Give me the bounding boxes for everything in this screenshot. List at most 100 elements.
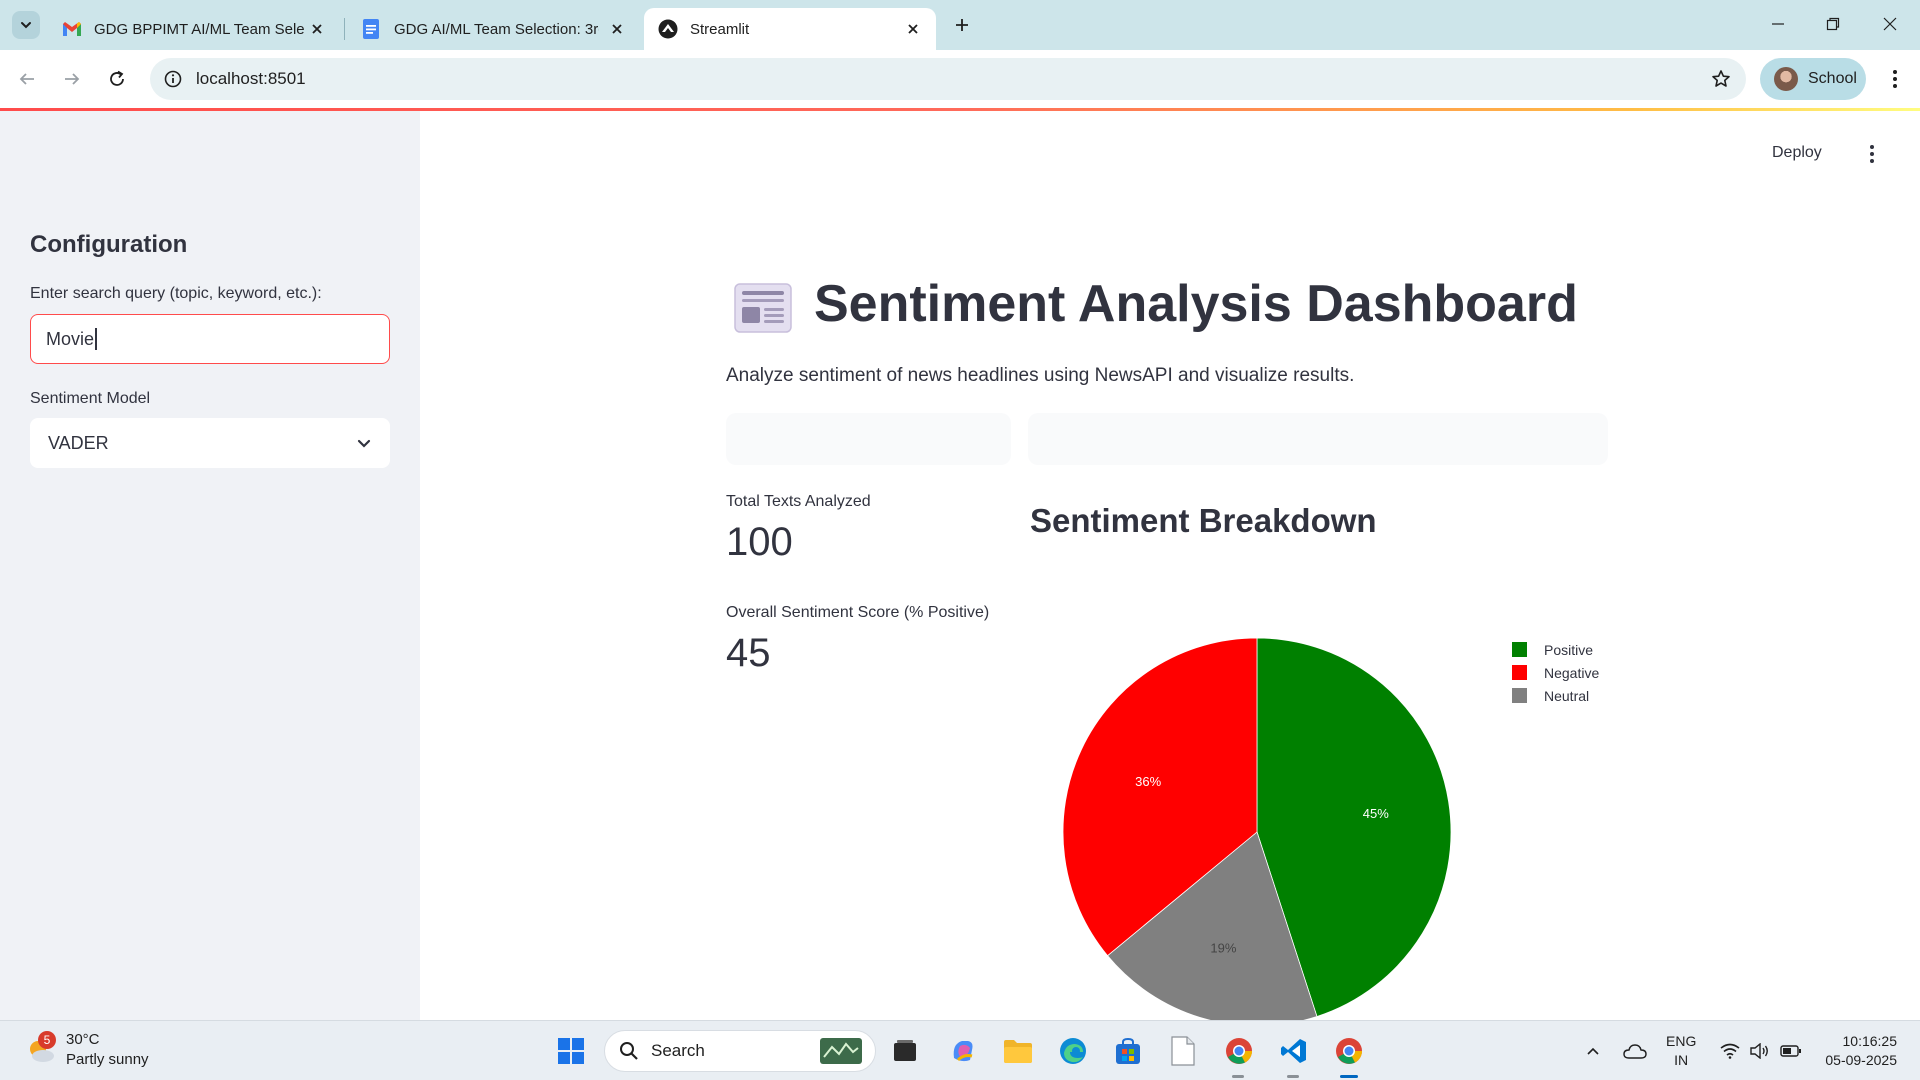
legend-swatch-neutral[interactable] [1512,688,1527,703]
bookmark-star-icon[interactable] [1710,68,1732,90]
close-icon [908,24,918,34]
metric-value-total: 100 [726,520,793,564]
legend-swatch-positive[interactable] [1512,642,1527,657]
model-label: Sentiment Model [30,390,151,407]
start-button[interactable] [553,1033,589,1069]
browser-menu-button[interactable] [1880,64,1910,94]
taskbar-search-label: Search [651,1041,705,1060]
file-explorer-button[interactable] [1000,1033,1036,1069]
vscode-button[interactable] [1276,1033,1312,1069]
chrome-icon [1226,1038,1252,1064]
weather-description: Partly sunny [66,1051,149,1068]
plus-icon [956,19,968,31]
show-hidden-icons-button[interactable] [1582,1033,1604,1069]
chrome-button[interactable] [1221,1033,1257,1069]
close-tab-button[interactable] [608,20,626,38]
arrow-right-icon [65,73,80,85]
running-indicator [1232,1075,1244,1078]
document-icon [1171,1036,1195,1066]
legend-label-neutral[interactable]: Neutral [1544,688,1589,704]
restore-window-button[interactable] [1821,12,1845,36]
chevron-up-icon [1587,1047,1599,1055]
section-title-breakdown: Sentiment Breakdown [1030,502,1377,539]
taskbar-clock[interactable]: 10:16:25 05-09-2025 [1815,1032,1897,1070]
sentiment-pie-chart[interactable]: 45% 19% 36% Positive Negative Neutral [1030,600,1630,1020]
more-vertical-icon [1893,70,1897,88]
gmail-icon [63,22,81,36]
edge-icon [1060,1038,1086,1064]
close-tab-button[interactable] [308,20,326,38]
avatar [1774,67,1798,91]
back-button[interactable] [12,64,42,94]
task-view-button[interactable] [887,1033,923,1069]
folder-icon [1004,1040,1032,1063]
close-icon [612,24,622,34]
pie-label-negative: 36% [1135,774,1161,789]
browser-toolbar: localhost:8501 School [0,50,1920,108]
taskbar-search[interactable]: Search [604,1030,876,1072]
weather-temperature: 30°C [66,1031,100,1048]
address-bar[interactable]: localhost:8501 [150,58,1746,100]
close-tab-button[interactable] [904,20,922,38]
input-language-indicator[interactable]: ENG IN [1666,1032,1696,1070]
notepad-button[interactable] [1165,1033,1201,1069]
sentiment-model-value: VADER [48,432,109,453]
search-query-input[interactable]: Movie [30,314,390,364]
browser-tab-strip: GDG BPPIMT AI/ML Team Selec GDG AI/ML Te… [0,0,1920,50]
browser-tab-streamlit[interactable]: Streamlit [644,8,936,50]
sidebar-heading: Configuration [30,231,188,258]
cloud-icon [1623,1044,1647,1059]
minimize-window-button[interactable] [1766,12,1790,36]
copilot-button[interactable] [945,1033,981,1069]
profile-button[interactable]: School [1760,58,1866,100]
browser-tab-docs[interactable]: GDG AI/ML Team Selection: 3rd [348,8,640,50]
clock-date: 05-09-2025 [1825,1052,1897,1068]
text-caret [95,328,97,350]
close-window-button[interactable] [1878,12,1902,36]
quick-settings-button[interactable] [1716,1033,1806,1069]
tab-title: Streamlit [690,20,750,38]
chrome-profile-button[interactable] [1331,1033,1367,1069]
site-info-icon[interactable] [162,68,184,90]
reload-icon [110,70,124,86]
close-icon [1883,17,1897,31]
empty-container [726,413,1011,465]
windows-icon [558,1038,584,1064]
legend-swatch-negative[interactable] [1512,665,1527,680]
microsoft-store-button[interactable] [1110,1033,1146,1069]
legend-label-negative[interactable]: Negative [1544,665,1599,681]
chrome-icon [1336,1038,1362,1064]
weather-alert-badge: 5 [38,1031,56,1049]
deploy-button[interactable]: Deploy [1772,144,1822,162]
restore-icon [1826,17,1840,31]
chevron-down-icon [21,22,31,29]
taskbar: 5 30°C Partly sunny Search ENG IN 10:16:… [0,1020,1920,1080]
page-title: Sentiment Analysis Dashboard [814,275,1578,333]
close-icon [312,24,322,34]
browser-tab-gmail[interactable]: GDG BPPIMT AI/ML Team Selec [48,8,340,50]
pie-label-positive: 45% [1363,806,1389,821]
app-menu-button[interactable] [1860,142,1884,166]
copilot-icon [953,1041,973,1062]
weather-widget[interactable]: 5 30°C Partly sunny [26,1030,149,1070]
tab-title: GDG AI/ML Team Selection: 3rd [394,20,599,38]
forward-button[interactable] [57,64,87,94]
running-indicator [1287,1075,1299,1078]
metric-label-total: Total Texts Analyzed [726,493,871,510]
tab-search-button[interactable] [12,11,40,39]
onedrive-button[interactable] [1620,1033,1650,1069]
edge-button[interactable] [1055,1033,1091,1069]
tab-divider [344,18,345,40]
task-view-icon [894,1040,916,1061]
sidebar: Configuration Enter search query (topic,… [0,111,420,1020]
tab-title: GDG BPPIMT AI/ML Team Selec [94,20,304,38]
legend-label-positive[interactable]: Positive [1544,642,1593,658]
clock-time: 10:16:25 [1842,1033,1898,1049]
reload-button[interactable] [102,64,132,94]
arrow-left-icon [19,73,34,85]
vscode-icon [1281,1039,1306,1063]
new-tab-button[interactable] [950,13,974,37]
wifi-icon [1720,1043,1740,1059]
chevron-down-icon [357,439,371,448]
sentiment-model-select[interactable]: VADER [30,418,390,468]
